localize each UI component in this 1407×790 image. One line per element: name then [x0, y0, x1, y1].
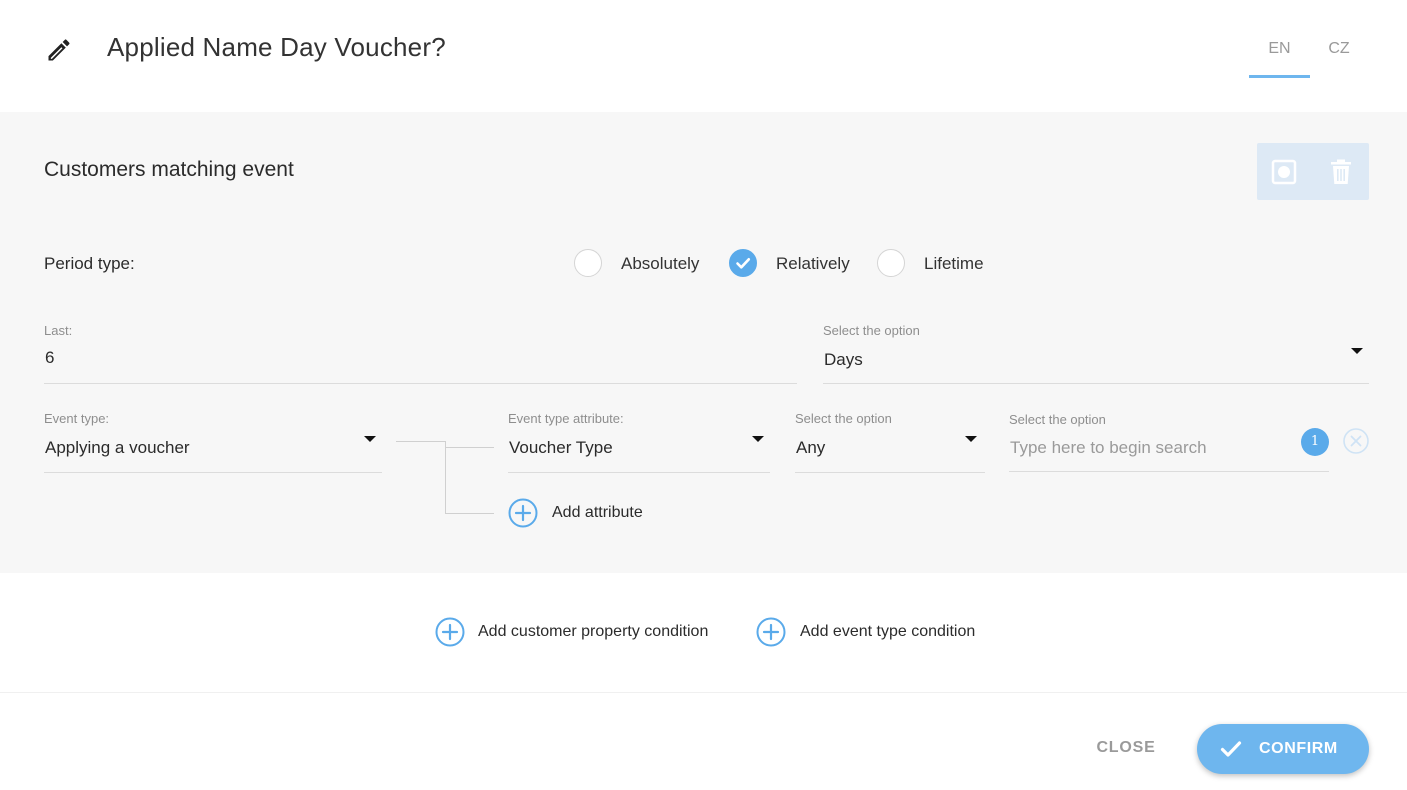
confirm-button[interactable]: CONFIRM: [1197, 724, 1369, 774]
last-underline: [44, 383, 797, 384]
add-event-type-condition-button[interactable]: Add event type condition: [800, 623, 975, 641]
check-icon: [1220, 741, 1242, 757]
event-type-select[interactable]: Applying a voucher: [45, 438, 190, 458]
last-label: Last:: [44, 323, 73, 338]
condition-panel: Customers matching event Period type: Ab…: [0, 112, 1407, 573]
add-customer-property-condition-button[interactable]: Add customer property condition: [478, 623, 708, 641]
value-search-label: Select the option: [1009, 412, 1106, 427]
language-tab-en[interactable]: EN: [1249, 40, 1310, 78]
operator-label: Select the option: [795, 411, 892, 426]
event-attribute-chevron-down-icon[interactable]: [752, 436, 764, 442]
add-attribute-button[interactable]: Add attribute: [552, 504, 643, 522]
tree-connector: [445, 441, 446, 514]
event-type-label: Event type:: [44, 411, 110, 426]
event-type-chevron-down-icon[interactable]: [364, 436, 376, 442]
pencil-icon: [48, 39, 70, 61]
record-icon: [1271, 159, 1297, 185]
add-condition-area: Add customer property condition Add even…: [0, 573, 1407, 693]
event-attribute-select[interactable]: Voucher Type: [509, 438, 613, 458]
add-attribute-plus-icon[interactable]: [508, 498, 538, 528]
tree-connector: [446, 447, 494, 448]
value-search-input[interactable]: Type here to begin search: [1010, 438, 1207, 458]
operator-underline: [795, 472, 985, 473]
tree-connector: [446, 513, 494, 514]
radio-lifetime[interactable]: [877, 249, 905, 277]
radio-absolutely-label[interactable]: Absolutely: [621, 254, 699, 274]
add-event-type-plus-icon[interactable]: [756, 617, 786, 647]
value-search-underline: [1009, 471, 1329, 472]
close-button[interactable]: CLOSE: [1083, 739, 1169, 759]
event-attribute-label: Event type attribute:: [508, 411, 624, 426]
period-type-label: Period type:: [44, 254, 135, 273]
event-type-underline: [44, 472, 382, 473]
condition-title: Customers matching event: [44, 158, 294, 181]
operator-chevron-down-icon[interactable]: [965, 436, 977, 442]
confirm-button-label: CONFIRM: [1259, 740, 1338, 757]
delete-condition-button[interactable]: [1326, 157, 1356, 187]
dialog-header: Applied Name Day Voucher? EN CZ: [0, 0, 1407, 112]
period-unit-select[interactable]: Days: [824, 350, 863, 370]
event-attribute-underline: [508, 472, 770, 473]
close-circle-icon[interactable]: [1342, 427, 1370, 455]
period-unit-label: Select the option: [823, 323, 920, 338]
condition-actions: [1257, 143, 1369, 200]
radio-absolutely[interactable]: [574, 249, 602, 277]
tree-connector: [396, 441, 446, 442]
radio-relatively-label[interactable]: Relatively: [776, 254, 850, 274]
value-count-badge: 1: [1301, 428, 1329, 456]
check-icon: [736, 258, 751, 269]
period-unit-underline: [823, 383, 1369, 384]
dialog-title: Applied Name Day Voucher?: [107, 32, 446, 62]
operator-select[interactable]: Any: [796, 438, 825, 458]
radio-relatively[interactable]: [729, 249, 757, 277]
period-unit-chevron-down-icon[interactable]: [1351, 348, 1363, 354]
language-tab-cz[interactable]: CZ: [1319, 40, 1359, 58]
last-input[interactable]: 6: [45, 348, 54, 368]
toggle-condition-button[interactable]: [1269, 157, 1299, 187]
add-customer-property-plus-icon[interactable]: [435, 617, 465, 647]
dialog-footer: CLOSE CONFIRM: [0, 693, 1407, 790]
radio-lifetime-label[interactable]: Lifetime: [924, 254, 984, 274]
trash-icon: [1331, 159, 1351, 184]
